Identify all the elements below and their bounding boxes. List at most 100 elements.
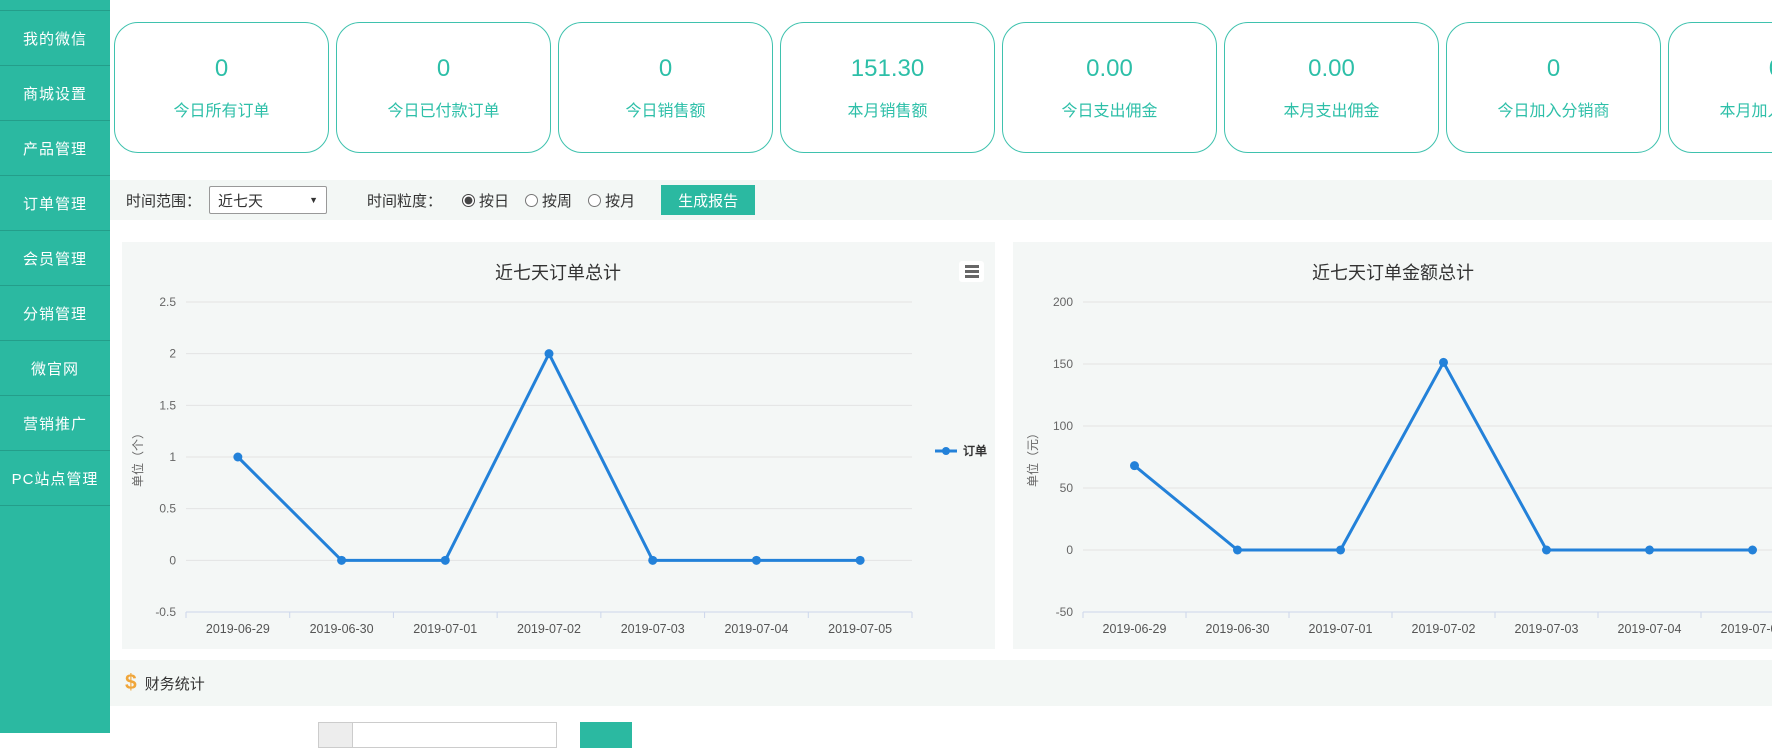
finance-section-header: $ 财务统计 bbox=[110, 660, 1772, 706]
svg-text:2: 2 bbox=[169, 347, 176, 361]
svg-text:2019-07-04: 2019-07-04 bbox=[1618, 622, 1682, 636]
sidebar: 我的微信 商城设置 产品管理 订单管理 会员管理 分销管理 微官网 营销推广 P… bbox=[0, 0, 110, 733]
svg-text:2019-06-30: 2019-06-30 bbox=[1206, 622, 1270, 636]
sidebar-item-label: 微官网 bbox=[31, 358, 79, 379]
sidebar-item-label: PC站点管理 bbox=[12, 468, 99, 489]
generate-report-button[interactable]: 生成报告 bbox=[661, 185, 755, 215]
sidebar-item-label: 分销管理 bbox=[23, 303, 87, 324]
svg-text:2019-07-04: 2019-07-04 bbox=[724, 622, 788, 636]
svg-text:0: 0 bbox=[169, 553, 176, 567]
sidebar-item-label: 商城设置 bbox=[23, 83, 87, 104]
sidebar-item-label: 会员管理 bbox=[23, 248, 87, 269]
stat-label: 今日所有订单 bbox=[173, 97, 269, 121]
radio-by-day[interactable]: 按日 bbox=[462, 190, 509, 211]
order-amount-line-chart: 近七天订单金额总计200150100500-502019-06-292019-0… bbox=[1013, 242, 1772, 649]
sidebar-item-member-management[interactable]: 会员管理 bbox=[0, 230, 110, 285]
radio-by-week-input[interactable] bbox=[525, 194, 538, 207]
sidebar-item-label: 营销推广 bbox=[23, 413, 87, 434]
sidebar-item-distribution-management[interactable]: 分销管理 bbox=[0, 285, 110, 340]
radio-by-week[interactable]: 按周 bbox=[525, 190, 572, 211]
stat-value: 0 bbox=[215, 55, 228, 83]
stat-card-month-commission: 0.00 本月支出佣金 bbox=[1224, 22, 1439, 153]
order-amount-chart-panel: 近七天订单金额总计200150100500-502019-06-292019-0… bbox=[1013, 242, 1772, 649]
sidebar-partial-item bbox=[0, 0, 110, 10]
stat-card-today-all-orders: 0 今日所有订单 bbox=[114, 22, 329, 153]
sidebar-item-pc-site-management[interactable]: PC站点管理 bbox=[0, 450, 110, 505]
chart-export-menu-icon[interactable] bbox=[959, 261, 984, 282]
sidebar-item-label: 订单管理 bbox=[23, 193, 87, 214]
stat-label: 本月支出佣金 bbox=[1283, 97, 1379, 121]
svg-text:2019-07-01: 2019-07-01 bbox=[1309, 622, 1373, 636]
svg-text:0: 0 bbox=[1066, 543, 1073, 557]
radio-by-week-label: 按周 bbox=[542, 190, 572, 211]
finance-input[interactable] bbox=[352, 722, 557, 748]
report-filter-bar: 时间范围： 近七天 ▼ 时间粒度： 按日 按周 按月 生成报告 bbox=[110, 180, 1772, 220]
finance-input-addon bbox=[318, 722, 353, 748]
stat-value: 0.00 bbox=[1308, 55, 1355, 83]
stat-label: 本月加入分销商 bbox=[1719, 97, 1772, 121]
stat-value: 0 bbox=[1547, 55, 1560, 83]
granularity-label: 时间粒度： bbox=[367, 190, 442, 211]
stat-card-today-paid-orders: 0 今日已付款订单 bbox=[336, 22, 551, 153]
sidebar-item-product-management[interactable]: 产品管理 bbox=[0, 120, 110, 175]
granularity-radio-group: 按日 按周 按月 bbox=[462, 190, 635, 211]
svg-text:单位（元）: 单位（元） bbox=[1025, 427, 1040, 487]
svg-text:2019-06-30: 2019-06-30 bbox=[310, 622, 374, 636]
charts-row: 近七天订单总计 2.5 2 1.5 1 0.5 0 -0.5 2019-06-29 2019-06… bbox=[110, 242, 1772, 649]
svg-text:2019-07-03: 2019-07-03 bbox=[621, 622, 685, 636]
sidebar-item-label: 产品管理 bbox=[23, 138, 87, 159]
orders-chart-panel: 近七天订单总计 2.5 2 1.5 1 0.5 0 -0.5 2019-06-29 2019-06… bbox=[122, 242, 995, 649]
svg-text:2019-07-02: 2019-07-02 bbox=[1412, 622, 1476, 636]
sidebar-item-order-management[interactable]: 订单管理 bbox=[0, 175, 110, 230]
svg-text:200: 200 bbox=[1053, 295, 1073, 309]
sidebar-item-marketing[interactable]: 营销推广 bbox=[0, 395, 110, 450]
stat-value: 0.00 bbox=[1086, 55, 1133, 83]
stat-label: 本月销售额 bbox=[847, 97, 927, 121]
stat-card-month-sales: 151.30 本月销售额 bbox=[780, 22, 995, 153]
svg-text:近七天订单总计: 近七天订单总计 bbox=[495, 263, 621, 283]
stat-value: 0 bbox=[659, 55, 672, 83]
stat-card-today-new-distributors: 0 今日加入分销商 bbox=[1446, 22, 1661, 153]
sidebar-filler bbox=[0, 505, 110, 725]
stat-label: 今日销售额 bbox=[625, 97, 705, 121]
radio-by-day-label: 按日 bbox=[479, 190, 509, 211]
finance-toolbar bbox=[110, 722, 1772, 748]
sidebar-item-my-wechat[interactable]: 我的微信 bbox=[0, 10, 110, 65]
radio-by-month[interactable]: 按月 bbox=[588, 190, 635, 211]
svg-text:近七天订单金额总计: 近七天订单金额总计 bbox=[1312, 263, 1474, 283]
finance-search-button[interactable] bbox=[580, 722, 632, 748]
main-content: 0 今日所有订单 0 今日已付款订单 0 今日销售额 151.30 本月销售额 … bbox=[110, 0, 1772, 748]
finance-section-title: 财务统计 bbox=[145, 673, 205, 694]
chevron-down-icon: ▼ bbox=[309, 195, 318, 205]
svg-text:0.5: 0.5 bbox=[159, 502, 176, 516]
stat-label: 今日支出佣金 bbox=[1061, 97, 1157, 121]
radio-by-day-input[interactable] bbox=[462, 194, 475, 207]
sidebar-item-micro-site[interactable]: 微官网 bbox=[0, 340, 110, 395]
stat-label: 今日已付款订单 bbox=[387, 97, 499, 121]
time-range-select[interactable]: 近七天 ▼ bbox=[209, 186, 327, 214]
sidebar-item-label: 我的微信 bbox=[23, 28, 87, 49]
stat-value: 151.30 bbox=[851, 55, 924, 83]
svg-text:50: 50 bbox=[1060, 481, 1074, 495]
orders-line-chart: 近七天订单总计 2.5 2 1.5 1 0.5 0 -0.5 2019-06-29 2019-06… bbox=[122, 242, 995, 649]
stat-cards-row: 0 今日所有订单 0 今日已付款订单 0 今日销售额 151.30 本月销售额 … bbox=[110, 0, 1772, 153]
svg-text:100: 100 bbox=[1053, 419, 1073, 433]
svg-text:2019-07-02: 2019-07-02 bbox=[517, 622, 581, 636]
svg-text:2019-07-03: 2019-07-03 bbox=[1515, 622, 1579, 636]
stat-card-today-sales: 0 今日销售额 bbox=[558, 22, 773, 153]
sidebar-item-mall-settings[interactable]: 商城设置 bbox=[0, 65, 110, 120]
svg-text:订单: 订单 bbox=[963, 443, 987, 458]
stat-card-month-new-distributors: 0 本月加入分销商 bbox=[1668, 22, 1772, 153]
time-range-label: 时间范围： bbox=[126, 190, 201, 211]
svg-text:1: 1 bbox=[169, 450, 176, 464]
svg-text:-0.5: -0.5 bbox=[155, 605, 176, 619]
svg-text:2019-07-01: 2019-07-01 bbox=[413, 622, 477, 636]
svg-text:1.5: 1.5 bbox=[159, 398, 176, 412]
stat-label: 今日加入分销商 bbox=[1497, 97, 1609, 121]
svg-text:2.5: 2.5 bbox=[159, 295, 176, 309]
svg-text:2019-06-29: 2019-06-29 bbox=[206, 622, 270, 636]
svg-text:-50: -50 bbox=[1056, 605, 1074, 619]
stat-card-today-commission: 0.00 今日支出佣金 bbox=[1002, 22, 1217, 153]
svg-text:单位（个）: 单位（个） bbox=[130, 427, 145, 487]
radio-by-month-input[interactable] bbox=[588, 194, 601, 207]
